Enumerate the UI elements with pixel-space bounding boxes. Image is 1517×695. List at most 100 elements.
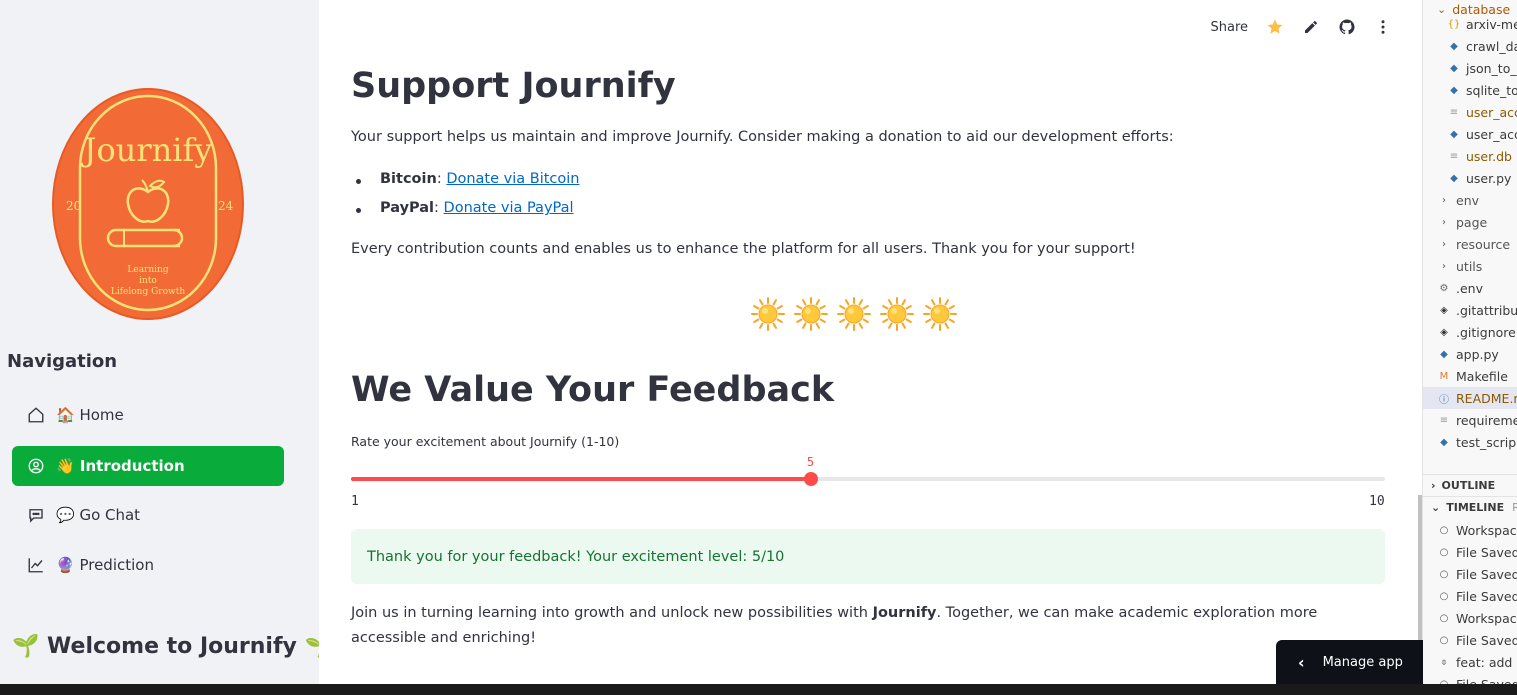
vscode-explorer-panel: ⌄ database {} arxiv-me ◆ crawl_da ◆ json_to_ ◆… — [1422, 0, 1517, 695]
excitement-slider[interactable]: 5 — [351, 455, 1385, 486]
file-type-icon: ≡ — [1439, 414, 1449, 426]
sun-emoji — [837, 297, 871, 331]
explorer-file-item[interactable]: ◆ user_acc — [1447, 123, 1517, 145]
chevron-left-icon: ‹ — [1298, 652, 1305, 672]
file-type-icon: ◆ — [1440, 348, 1448, 360]
os-taskbar — [0, 684, 1517, 695]
nav-item-go-chat[interactable]: 💬 Go Chat — [12, 495, 284, 535]
nav-item-introduction[interactable]: 👋 Introduction — [12, 446, 284, 486]
explorer-file-label: user.db — [1466, 148, 1512, 164]
nav-item-prediction[interactable]: 🔮 Prediction — [12, 545, 284, 585]
scrollbar[interactable] — [1418, 495, 1422, 645]
explorer-file-item[interactable]: › utils — [1437, 255, 1482, 277]
timeline-item[interactable]: ○ File Saved — [1437, 541, 1517, 563]
timeline-item[interactable]: ○ Workspac — [1437, 607, 1517, 629]
explorer-file-item[interactable]: ◆ sqlite_to — [1447, 79, 1517, 101]
timeline-item[interactable]: ○ File Saved — [1437, 629, 1517, 651]
explorer-file-item[interactable]: ◈ .gitattribu — [1437, 299, 1517, 321]
nav-item-label: 🏠 Home — [56, 406, 124, 424]
logo-tagline-1: Learning — [127, 265, 168, 275]
outline-section[interactable]: › OUTLINE — [1423, 474, 1517, 496]
manage-app-label: Manage app — [1322, 654, 1403, 670]
timeline-section[interactable]: ⌄ TIMELINE RE — [1423, 496, 1517, 518]
share-button[interactable]: Share — [1210, 20, 1248, 35]
nav-item-home[interactable]: 🏠 Home — [12, 395, 284, 435]
explorer-file-label: test_scrip — [1456, 434, 1517, 450]
explorer-file-item[interactable]: M Makefile — [1437, 365, 1508, 387]
explorer-file-label: env — [1456, 192, 1480, 208]
chevron-right-icon: › — [1442, 260, 1446, 272]
timeline-suffix: RE — [1512, 501, 1517, 514]
nav-item-label: 👋 Introduction — [56, 457, 185, 475]
explorer-file-item[interactable]: {} arxiv-me — [1447, 13, 1517, 35]
join-text-before: Join us in turning learning into growth … — [351, 605, 873, 621]
explorer-file-label: .env — [1456, 280, 1483, 296]
explorer-file-item[interactable]: ≡ user_acc — [1447, 101, 1517, 123]
explorer-file-item[interactable]: › resource — [1437, 233, 1510, 255]
feedback-title: We Value Your Feedback — [351, 370, 835, 410]
explorer-file-item[interactable]: ≡ requireme — [1437, 409, 1517, 431]
manage-app-button[interactable]: ‹ Manage app — [1276, 640, 1423, 684]
timeline-item[interactable]: ○ File Saved — [1437, 585, 1517, 607]
explorer-file-item[interactable]: ≡ user.db — [1447, 145, 1512, 167]
explorer-file-label: json_to_ — [1466, 60, 1517, 76]
file-type-icon: ◆ — [1450, 128, 1458, 140]
nav-item-label: 🔮 Prediction — [56, 556, 154, 574]
explorer-file-item[interactable]: ◆ app.py — [1437, 343, 1499, 365]
sidebar: Journify 20 24 Learning into Lifelong Gr… — [0, 0, 332, 684]
github-icon[interactable] — [1338, 18, 1356, 36]
welcome-heading: 🌱 Welcome to Journify 🌱 — [12, 634, 332, 659]
slider-value: 5 — [806, 455, 815, 469]
sun-emoji — [880, 297, 914, 331]
circle-icon: ○ — [1439, 524, 1449, 536]
timeline-label: feat: add p — [1456, 654, 1517, 670]
file-type-icon: ⓘ — [1439, 394, 1449, 406]
explorer-file-item[interactable]: ◆ test_scrip — [1437, 431, 1516, 453]
slider-thumb[interactable] — [803, 472, 818, 486]
explorer-file-item[interactable]: ◆ crawl_da — [1447, 35, 1517, 57]
explorer-file-item[interactable]: ⓘ README.r — [1437, 387, 1517, 409]
edit-icon[interactable] — [1302, 18, 1320, 36]
timeline-item[interactable]: ○ Workspac — [1437, 519, 1517, 541]
paypal-bullet: PayPal: Donate via PayPal — [356, 200, 574, 216]
explorer-file-item[interactable]: ◆ json_to_ — [1447, 57, 1517, 79]
explorer-file-item[interactable]: ◈ .gitignore — [1437, 321, 1516, 343]
explorer-file-item[interactable]: › env — [1437, 189, 1479, 211]
explorer-file-item[interactable]: ⚙ .env — [1437, 277, 1483, 299]
explorer-file-item[interactable]: › page — [1437, 211, 1487, 233]
navigation-title: Navigation — [7, 351, 118, 372]
chevron-right-icon: › — [1442, 238, 1446, 250]
explorer-file-label: app.py — [1456, 346, 1499, 362]
explorer-file-label: utils — [1456, 258, 1483, 274]
file-type-icon: ◆ — [1440, 436, 1448, 448]
explorer-file-label: page — [1456, 214, 1488, 230]
chat-icon — [26, 505, 46, 525]
main-content: Share Support Journify Your support help… — [319, 0, 1422, 684]
explorer-file-label: requireme — [1456, 412, 1517, 428]
app-window: Journify 20 24 Learning into Lifelong Gr… — [0, 0, 1517, 695]
file-type-icon: ◆ — [1450, 172, 1458, 184]
timeline-item[interactable]: ⌽ feat: add p — [1437, 651, 1517, 673]
star-icon[interactable] — [1266, 18, 1284, 36]
logo-title: Journify — [81, 131, 213, 169]
circle-icon: ○ — [1439, 612, 1449, 624]
more-menu-icon[interactable] — [1374, 18, 1392, 36]
bitcoin-link[interactable]: Donate via Bitcoin — [446, 171, 579, 187]
nav-item-label: 💬 Go Chat — [56, 506, 141, 524]
timeline-label: Workspac — [1456, 522, 1517, 538]
explorer-file-item[interactable]: ◆ user.py — [1447, 167, 1511, 189]
logo-tagline-3: Lifelong Growth — [111, 287, 185, 297]
timeline-label: File Saved — [1456, 588, 1517, 604]
timeline-item[interactable]: ○ File Saved — [1437, 563, 1517, 585]
support-intro: Your support helps us maintain and impro… — [351, 129, 1174, 145]
timeline-label: Workspac — [1456, 610, 1517, 626]
paypal-link[interactable]: Donate via PayPal — [444, 200, 574, 216]
file-type-icon: ⚙ — [1439, 282, 1449, 294]
join-brand: Journify — [872, 605, 937, 621]
circle-icon: ○ — [1439, 634, 1449, 646]
file-type-icon: ≡ — [1449, 150, 1459, 162]
timeline-label: File Saved — [1456, 544, 1517, 560]
join-paragraph: Join us in turning learning into growth … — [351, 601, 1391, 651]
file-type-icon: ◆ — [1450, 84, 1458, 96]
bitcoin-bullet: Bitcoin: Donate via Bitcoin — [355, 171, 579, 187]
